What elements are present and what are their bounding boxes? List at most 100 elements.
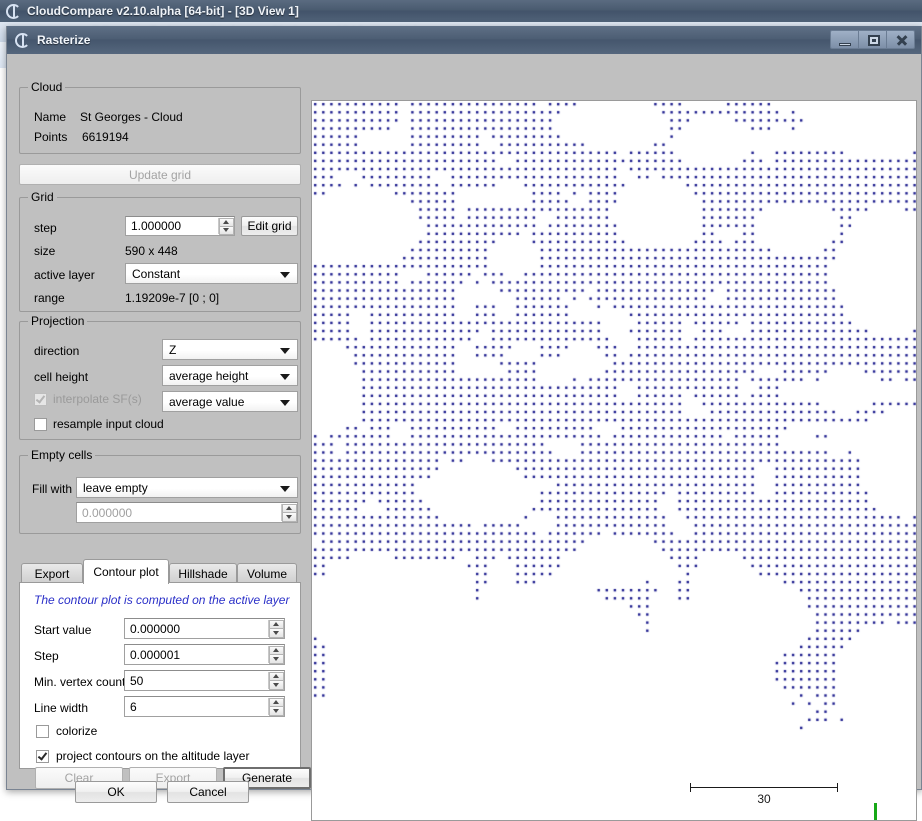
interpolate-sf-checkbox-row[interactable]: interpolate SF(s) <box>34 392 142 406</box>
fill-with-label: Fill with <box>32 482 72 496</box>
scale-bar-cap-left <box>690 783 691 792</box>
axis-orientation-widget <box>874 803 908 821</box>
start-value-input[interactable]: 0.000000 <box>124 618 285 639</box>
point-cloud-render <box>312 101 917 821</box>
dialog-title: Rasterize <box>37 33 90 47</box>
line-width-input[interactable]: 6 <box>124 696 285 717</box>
line-width-spin-down[interactable] <box>269 706 284 716</box>
min-vertex-count-input[interactable]: 50 <box>124 670 285 691</box>
grid-group-title: Grid <box>28 190 57 204</box>
line-width-spinner[interactable] <box>268 698 283 715</box>
tab-export[interactable]: Export <box>21 563 83 583</box>
active-layer-value: Constant <box>132 267 180 281</box>
close-icon <box>887 31 914 48</box>
chevron-down-icon <box>280 272 290 278</box>
line-width-label: Line width <box>34 701 88 715</box>
ok-button[interactable]: OK <box>75 781 157 803</box>
empty-cells-spin-down[interactable] <box>282 512 297 522</box>
cloudcompare-logo-icon <box>15 33 30 48</box>
resample-input-cloud-label: resample input cloud <box>53 417 164 431</box>
cell-height-value: average height <box>169 369 248 383</box>
close-button[interactable] <box>886 30 915 49</box>
cell-height-combo[interactable]: average height <box>162 365 298 386</box>
chevron-down-icon <box>280 348 290 354</box>
tab-bar: Export Contour plot Hillshade Volume <box>19 559 301 583</box>
cloud-group: Cloud Name St Georges - Cloud Points 661… <box>19 87 301 154</box>
grid-range-value: 1.19209e-7 [0 ; 0] <box>125 291 219 305</box>
contour-plot-panel: The contour plot is computed on the acti… <box>19 582 301 769</box>
minimize-icon <box>839 43 851 46</box>
check-icon <box>36 393 45 403</box>
interpolate-sf-value: average value <box>169 395 244 409</box>
empty-cells-spinner[interactable] <box>281 504 296 521</box>
start-value-text: 0.000000 <box>130 622 180 636</box>
colorize-row[interactable]: colorize <box>36 724 97 738</box>
cloudcompare-logo-icon <box>6 4 21 19</box>
maximize-button[interactable] <box>858 30 887 49</box>
maximize-icon <box>868 35 880 46</box>
min-vertex-count-spinner[interactable] <box>268 672 283 689</box>
start-value-label: Start value <box>34 623 91 637</box>
cancel-button[interactable]: Cancel <box>167 781 249 803</box>
app-title: CloudCompare v2.10.alpha [64-bit] - [3D … <box>27 4 299 18</box>
scale-bar-cap-right <box>837 783 838 792</box>
minimize-button[interactable] <box>830 30 859 49</box>
contour-step-spinner[interactable] <box>268 646 283 663</box>
cloud-group-title: Cloud <box>28 80 65 94</box>
update-grid-button[interactable]: Update grid <box>19 164 301 185</box>
cloud-name-value: St Georges - Cloud <box>80 110 183 124</box>
colorize-checkbox[interactable] <box>36 725 49 738</box>
project-contours-label: project contours on the altitude layer <box>56 749 249 763</box>
project-contours-checkbox[interactable] <box>36 750 49 763</box>
scale-bar: 30 <box>690 783 838 811</box>
cell-height-label: cell height <box>34 370 88 384</box>
grid-range-label: range <box>34 291 65 305</box>
ok-label: OK <box>107 785 124 799</box>
update-grid-label: Update grid <box>129 168 191 182</box>
active-layer-combo[interactable]: Constant <box>125 263 298 284</box>
scale-bar-value: 30 <box>690 792 838 806</box>
grid-step-input[interactable]: 1.000000 <box>125 216 235 236</box>
line-width-text: 6 <box>130 700 137 714</box>
dialog-titlebar: Rasterize <box>7 26 921 54</box>
direction-combo[interactable]: Z <box>162 339 298 360</box>
grid-group: Grid step 1.000000 Edit grid size 590 x … <box>19 197 301 312</box>
min-vertex-count-spin-down[interactable] <box>269 680 284 690</box>
chevron-down-icon <box>280 374 290 380</box>
empty-cells-custom-value-input[interactable]: 0.000000 <box>76 502 298 523</box>
interpolate-sf-combo[interactable]: average value <box>162 391 298 412</box>
interpolate-sf-label: interpolate SF(s) <box>53 392 142 406</box>
3d-viewport[interactable]: 30 <box>311 100 917 821</box>
check-icon <box>38 750 47 760</box>
rasterize-dialog: Rasterize Cloud Name St Georges - Cloud … <box>6 26 922 790</box>
fill-with-combo[interactable]: leave empty <box>76 477 298 498</box>
grid-step-label: step <box>34 221 57 235</box>
grid-step-spin-down[interactable] <box>219 226 234 235</box>
contour-step-label: Step <box>34 649 59 663</box>
contour-step-spin-down[interactable] <box>269 654 284 664</box>
start-value-spin-down[interactable] <box>269 628 284 638</box>
start-value-spinner[interactable] <box>268 620 283 637</box>
project-contours-row[interactable]: project contours on the altitude layer <box>36 749 249 763</box>
grid-size-value: 590 x 448 <box>125 244 178 258</box>
active-layer-label: active layer <box>34 268 95 282</box>
app-titlebar: CloudCompare v2.10.alpha [64-bit] - [3D … <box>0 0 922 22</box>
resample-input-cloud-checkbox[interactable] <box>34 418 47 431</box>
interpolate-sf-checkbox[interactable] <box>34 393 47 406</box>
projection-group-title: Projection <box>28 314 87 328</box>
min-vertex-count-label: Min. vertex count <box>34 675 125 689</box>
resample-input-cloud-row[interactable]: resample input cloud <box>34 417 164 431</box>
projection-group: Projection direction Z cell height avera… <box>19 321 301 440</box>
contour-step-text: 0.000001 <box>130 648 180 662</box>
contour-step-input[interactable]: 0.000001 <box>124 644 285 665</box>
edit-grid-label: Edit grid <box>247 219 291 233</box>
direction-value: Z <box>169 343 176 357</box>
tab-contour-plot[interactable]: Contour plot <box>83 559 169 584</box>
fill-with-value: leave empty <box>83 481 148 495</box>
scale-bar-line <box>690 787 838 788</box>
empty-cells-group: Empty cells Fill with leave empty 0.0000… <box>19 455 301 534</box>
tab-volume[interactable]: Volume <box>237 563 297 583</box>
grid-step-spinner[interactable] <box>218 218 233 234</box>
tab-hillshade[interactable]: Hillshade <box>169 563 237 583</box>
edit-grid-button[interactable]: Edit grid <box>241 216 298 236</box>
